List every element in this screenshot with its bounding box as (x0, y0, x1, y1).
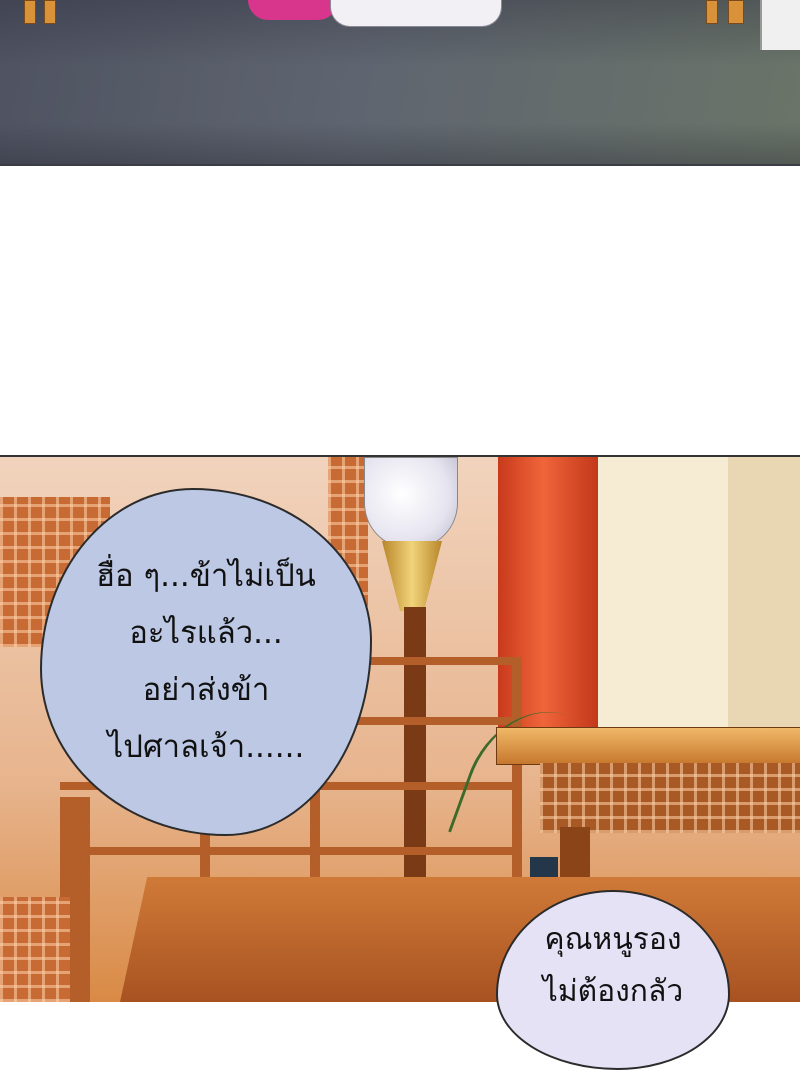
character-robe-white (330, 0, 502, 27)
railing-post (728, 0, 744, 24)
railing-post (706, 0, 718, 24)
dialogue-line: คุณหนูรอง (544, 922, 682, 957)
desk-top (496, 727, 800, 765)
top-comic-panel (0, 0, 800, 166)
dialogue-line: ไม่ต้องกลัว (542, 974, 684, 1009)
bright-wall (598, 457, 728, 737)
railing-post (24, 0, 36, 24)
shelf-board (60, 847, 520, 855)
railing-post (44, 0, 56, 24)
white-pillar-base (760, 0, 800, 50)
desk-carved-apron (540, 763, 800, 833)
lamp-globe (364, 457, 458, 549)
dialogue-line: อะไรแล้ว... (129, 615, 283, 651)
lamp-pole (404, 607, 426, 907)
dialogue-line: อย่าส่งข้า (142, 672, 270, 708)
lattice-panel-bottom-left (0, 897, 70, 1002)
dialogue-line: ไปศาลเจ้า...... (107, 729, 305, 765)
dialogue-line: ฮื่อ ๆ...ข้าไม่เป็น (96, 558, 316, 594)
far-wall (728, 457, 800, 757)
character-robe-pink (248, 0, 338, 20)
